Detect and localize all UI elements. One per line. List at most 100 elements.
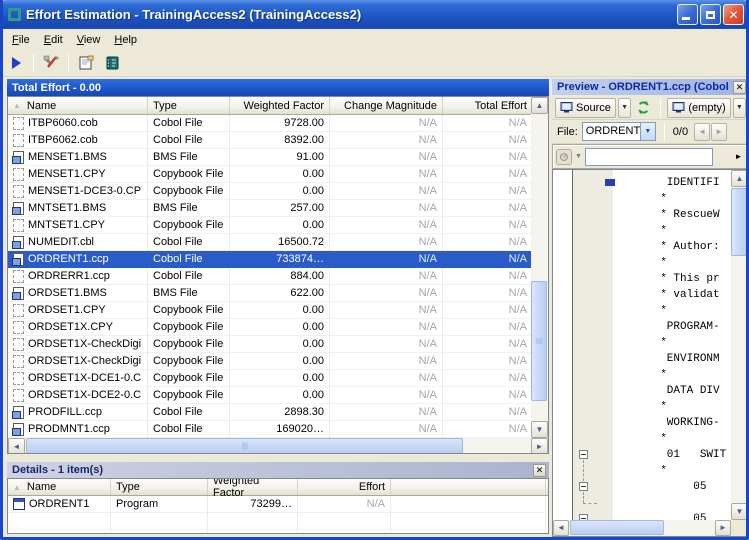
code-content[interactable]: IDENTIFI * * RescueW * * Author: * * Thi… [614, 170, 726, 527]
goto-button[interactable] [556, 149, 572, 165]
cell-name: ORDSET1X-CheckDigi… [8, 336, 148, 353]
effort-row-mntset1-bms[interactable]: MNTSET1.BMSBMS File257.00N/AN/A [8, 200, 532, 217]
scroll-right-button[interactable]: ► [531, 438, 548, 454]
cell-change-magnitude: N/A [330, 149, 443, 166]
effort-row-menset1-dce3-0-cpy[interactable]: MENSET1-DCE3-0.CPYCopybook File0.00N/AN/… [8, 183, 532, 200]
scroll-left-button[interactable]: ◄ [553, 520, 569, 536]
cell-change-magnitude: N/A [330, 302, 443, 319]
effort-row-ordset1x-checkdigi-[interactable]: ORDSET1X-CheckDigi…Copybook File0.00N/AN… [8, 353, 532, 370]
scroll-up-button[interactable]: ▲ [731, 170, 748, 187]
effort-row-ordset1x-dce1-0-cpy[interactable]: ORDSET1X-DCE1-0.CPYCopybook File0.00N/AN… [8, 370, 532, 387]
cell-type: Copybook File [148, 336, 230, 353]
effort-row-ordrent1-ccp[interactable]: ORDRENT1.ccpCobol File733874…N/AN/A [8, 251, 532, 268]
run-estimation-button[interactable] [4, 52, 28, 74]
column-header-name[interactable]: ▲Name [8, 479, 111, 495]
details-empty-row [8, 513, 548, 530]
column-header-change-magnitude[interactable]: Change Magnitude [330, 97, 443, 114]
file-combobox-dropdown[interactable]: ▼ [640, 123, 655, 140]
source-view-button[interactable]: Source [555, 98, 616, 118]
details-row-ordrent1[interactable]: ORDRENT1Program73299…N/A [8, 496, 548, 513]
effort-row-ordrerr1-ccp[interactable]: ORDRERR1.ccpCobol File884.00N/AN/A [8, 268, 532, 285]
fold-collapse-icon[interactable] [579, 482, 588, 491]
effort-row-ordset1x-dce2-0-cpy[interactable]: ORDSET1X-DCE2-0.CPYCopybook File0.00N/AN… [8, 387, 532, 404]
vscroll-thumb[interactable] [531, 281, 547, 401]
effort-row-menset1-bms[interactable]: MENSET1.BMSBMS File91.00N/AN/A [8, 149, 532, 166]
report-button[interactable] [100, 52, 124, 74]
chevron-right-icon: ► [735, 152, 743, 161]
file-combobox[interactable]: ORDRENT1.CCP ▼ [582, 122, 656, 141]
effort-row-prodfill-ccp[interactable]: PRODFILL.ccpCobol File2898.30N/AN/A [8, 404, 532, 421]
hscroll-thumb[interactable] [570, 520, 664, 535]
effort-row-ordset1x-cpy[interactable]: ORDSET1X.CPYCopybook File0.00N/AN/A [8, 319, 532, 336]
minimize-button[interactable] [677, 4, 698, 25]
page-dashed-icon [13, 321, 24, 334]
details-close-button[interactable]: ✕ [533, 464, 546, 477]
effort-row-ordset1x-checkdigi-[interactable]: ORDSET1X-CheckDigi…Copybook File0.00N/AN… [8, 336, 532, 353]
hscroll-thumb[interactable] [26, 438, 463, 454]
close-button[interactable]: ✕ [723, 4, 744, 25]
refresh-button[interactable] [634, 97, 653, 119]
preview-vscrollbar[interactable]: ▲ ▼ [731, 170, 748, 520]
effort-grid-vscrollbar[interactable]: ▲ ▼ [531, 97, 548, 438]
effort-row-ordset1-cpy[interactable]: ORDSET1.CPYCopybook File0.00N/AN/A [8, 302, 532, 319]
effort-row-numedit-cbl[interactable]: NUMEDIT.cblCobol File16500.72N/AN/A [8, 234, 532, 251]
menu-view[interactable]: View [70, 31, 108, 49]
maximize-button[interactable] [700, 4, 721, 25]
scroll-up-button[interactable]: ▲ [531, 97, 548, 114]
preview-close-button[interactable]: ✕ [733, 81, 746, 94]
next-occurrence-button[interactable]: ► [711, 123, 727, 141]
vscroll-thumb[interactable] [731, 188, 747, 256]
column-header-total-effort[interactable]: Total Effort [443, 97, 533, 114]
effort-row-mntset1-cpy[interactable]: MNTSET1.CPYCopybook File0.00N/AN/A [8, 217, 532, 234]
cell-name: NUMEDIT.cbl [8, 234, 148, 251]
cell-change-magnitude: N/A [330, 268, 443, 285]
column-header-type[interactable]: Type [111, 479, 208, 495]
cell-blank [208, 513, 298, 530]
menu-file[interactable]: File [5, 31, 37, 49]
cell-change-magnitude: N/A [330, 217, 443, 234]
effort-row-prodmnt1-ccp[interactable]: PRODMNT1.ccpCobol File169020…N/AN/A [8, 421, 532, 438]
effort-row-menset1-cpy[interactable]: MENSET1.CPYCopybook File0.00N/AN/A [8, 166, 532, 183]
cell-total-effort: N/A [443, 404, 532, 421]
source-dropdown-button[interactable]: ▼ [618, 98, 631, 118]
column-header-blank[interactable] [391, 479, 546, 495]
effort-row-itbp6060-cob[interactable]: ITBP6060.cobCobol File9728.00N/AN/A [8, 115, 532, 132]
scroll-down-button[interactable]: ▼ [531, 421, 548, 438]
column-header-effort[interactable]: Effort [298, 479, 391, 495]
chevron-down-icon[interactable]: ▼ [575, 153, 582, 160]
fold-collapse-icon[interactable] [579, 450, 588, 459]
toolbar-overflow-button[interactable]: ► [732, 147, 745, 166]
cell-blank [391, 513, 546, 530]
cell-blank [298, 513, 391, 530]
cell-name: ORDSET1X-DCE2-0.CPY [8, 387, 148, 404]
column-header-type[interactable]: Type [148, 97, 230, 114]
effort-grid: ▲NameTypeWeighted FactorChange Magnitude… [7, 96, 549, 454]
menu-help[interactable]: Help [107, 31, 144, 49]
column-header-name[interactable]: ▲Name [8, 97, 148, 114]
page-monitor-icon [13, 202, 24, 215]
run-icon [8, 55, 24, 71]
cell-change-magnitude: N/A [330, 166, 443, 183]
context-view-button[interactable]: (empty) [667, 98, 730, 118]
cell-total-effort: N/A [443, 166, 532, 183]
effort-grid-hscrollbar[interactable]: ◄ ► [8, 438, 548, 454]
cell-type: Cobol File [148, 132, 230, 149]
scroll-right-button[interactable]: ► [715, 520, 731, 536]
properties-button[interactable] [74, 52, 98, 74]
cell-change-magnitude: N/A [330, 404, 443, 421]
title-bar[interactable]: Effort Estimation - TrainingAccess2 (Tra… [0, 0, 749, 29]
search-input[interactable] [585, 148, 713, 166]
total-effort-title: Total Effort - 0.00 [12, 82, 101, 94]
close-icon: ✕ [728, 9, 738, 21]
column-header-weighted-factor[interactable]: Weighted Factor [208, 479, 298, 495]
effort-row-itbp6062-cob[interactable]: ITBP6062.cobCobol File8392.00N/AN/A [8, 132, 532, 149]
context-dropdown-button[interactable]: ▼ [733, 98, 746, 118]
scroll-left-button[interactable]: ◄ [8, 438, 25, 454]
column-header-weighted-factor[interactable]: Weighted Factor [230, 97, 330, 114]
scroll-down-button[interactable]: ▼ [731, 503, 748, 520]
options-button[interactable] [39, 52, 63, 74]
effort-row-ordset1-bms[interactable]: ORDSET1.BMSBMS File622.00N/AN/A [8, 285, 532, 302]
preview-hscrollbar[interactable]: ◄ ► [553, 520, 731, 536]
menu-edit[interactable]: Edit [37, 31, 70, 49]
prev-occurrence-button[interactable]: ◄ [694, 123, 710, 141]
